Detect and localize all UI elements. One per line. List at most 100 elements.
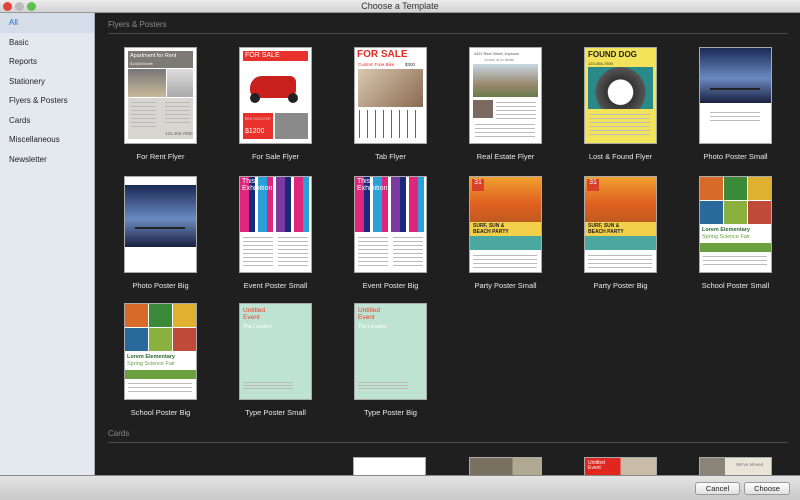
sidebar-item-all[interactable]: All [0,13,94,33]
template-thumbnail[interactable]: FOUND DOG 123-456-7890 [584,47,657,144]
template-label: Party Poster Small [474,281,537,290]
template-item[interactable]: Lorem Elementary Spring Science Fair Schoo… [103,303,218,417]
template-item[interactable]: FOR SALE RED SCOOTER $1200 For Sale Flyer [218,47,333,161]
template-thumbnail[interactable]: This Exhibition [239,176,312,273]
photo [128,69,166,97]
template-gallery[interactable]: Flyers & Posters Cards Apartment for Ren… [95,13,800,475]
photo [748,201,771,224]
template-label: School Poster Big [130,408,191,417]
template-thumbnail[interactable]: Lorem Elementary Spring Science Fair [699,176,772,273]
photo [724,177,747,200]
text-line [590,134,650,135]
template-item[interactable]: Untitled Event The Location Type Poster Big [333,303,448,417]
card-title: We've Moved [736,462,764,467]
thumb-title: Lorem Elementary [702,227,750,233]
template-thumbnail[interactable]: FOR SALE Custom Fixie Bike $300 [354,47,427,144]
template-item[interactable]: This Exhibition Event Poster Big [333,176,448,290]
text-line [496,114,536,115]
sidebar-item-cards[interactable]: Cards [0,111,94,131]
template-thumbnail[interactable]: 31 SURF, SUN & BEACH PARTY [469,176,542,273]
template-thumbnail[interactable]: FOR SALE RED SCOOTER $1200 [239,47,312,144]
date-badge: 31 [472,179,484,191]
minimize-window-button[interactable] [15,2,24,11]
choose-button[interactable]: Choose [744,482,790,495]
template-thumbnail[interactable]: This Exhibition [354,176,427,273]
text-line [358,265,388,266]
tear-tab [359,110,360,138]
thumb-subtitle: Event [358,314,375,321]
text-line [358,245,388,246]
stripe [409,177,418,232]
template-thumbnail[interactable]: Untitled Event The Location [239,303,312,400]
photo [149,328,172,351]
thumb-price: $1200 [245,128,265,135]
template-thumbnail[interactable]: Untitled Event The Location [354,303,427,400]
template-label: Party Poster Big [593,281,648,290]
bottom-bar: Cancel Choose [0,475,800,500]
template-thumbnail[interactable]: 31 SURF, SUN & BEACH PARTY [584,176,657,273]
template-thumbnail[interactable]: Lorem Elementary Spring Science Fair [124,303,197,400]
template-label: Photo Poster Big [132,281,189,290]
text-line [243,261,273,262]
thumb-part [470,236,541,250]
thumb-title: FOR SALE [357,49,408,60]
template-item[interactable]: Apartment for Rent $1400/Month 123.456.789… [103,47,218,161]
template-item[interactable]: 31 SURF, SUN & BEACH PARTY Party Poster Sma… [448,176,563,290]
zoom-window-button[interactable] [27,2,36,11]
text-line [131,110,156,111]
template-label: Event Poster Big [362,281,419,290]
text-line [278,241,308,242]
stripe [276,177,285,232]
thumb-subtitle: Contact us for details [484,58,514,62]
text-line [393,265,423,266]
text-line [393,253,423,254]
text-line [358,253,388,254]
template-thumbnail[interactable] [699,47,772,144]
template-item[interactable]: Photo Poster Small [678,47,793,161]
tear-tab [367,110,368,138]
text-line [393,245,423,246]
template-item[interactable]: 31 SURF, SUN & BEACH PARTY Party Poster Big [563,176,678,290]
template-thumbnail[interactable]: Apartment for Rent $1400/Month 123.456.789… [124,47,197,144]
thumb-phone: 123-456-7890 [588,61,613,66]
template-item[interactable]: FOUND DOG 123-456-7890 Lost & Found Flyer [563,47,678,161]
sidebar-item-reports[interactable]: Reports [0,52,94,72]
text-line [131,126,156,127]
template-label: Type Poster Small [245,408,306,417]
text-line [243,388,293,389]
template-item[interactable]: This Exhibition Event Poster Small [218,176,333,290]
template-item[interactable]: Lorem Elementary Spring Science Fair Schoo… [678,176,793,290]
text-line [165,110,190,111]
sidebar-item-flyers-posters[interactable]: Flyers & Posters [0,91,94,111]
template-item[interactable]: Untitled Event The Location Type Poster Sma… [218,303,333,417]
template-label: For Rent Flyer [136,152,185,161]
section-divider [108,442,788,443]
text-line [703,256,767,257]
text-line [473,259,537,260]
sidebar-item-newsletter[interactable]: Newsletter [0,150,94,170]
text-line [358,382,408,383]
text-line [165,102,190,103]
photo [358,69,423,107]
template-thumbnail[interactable]: 4321 Real Street, Anytown Contact us for … [469,47,542,144]
text-line [473,267,537,268]
text-line [590,130,650,131]
text-line [243,249,273,250]
text-line [358,261,388,262]
template-thumbnail[interactable] [124,176,197,273]
template-label: Real Estate Flyer [476,152,535,161]
close-window-button[interactable] [3,2,12,11]
sidebar-item-stationery[interactable]: Stationery [0,72,94,92]
thumb-title: Untitled [243,307,266,314]
template-item[interactable]: 4321 Real Street, Anytown Contact us for … [448,47,563,161]
text-line [588,259,652,260]
sidebar-item-basic[interactable]: Basic [0,33,94,53]
sidebar-item-miscellaneous[interactable]: Miscellaneous [0,130,94,150]
template-item[interactable]: Photo Poster Big [103,176,218,290]
thumb-title: Apartment for Rent [130,53,177,59]
cancel-button[interactable]: Cancel [695,482,740,495]
template-item[interactable]: FOR SALE Custom Fixie Bike $300 Tab Flyer [333,47,448,161]
thumb-subtitle: Exhibition [242,185,273,192]
photo [473,100,493,118]
text-line [243,265,273,266]
